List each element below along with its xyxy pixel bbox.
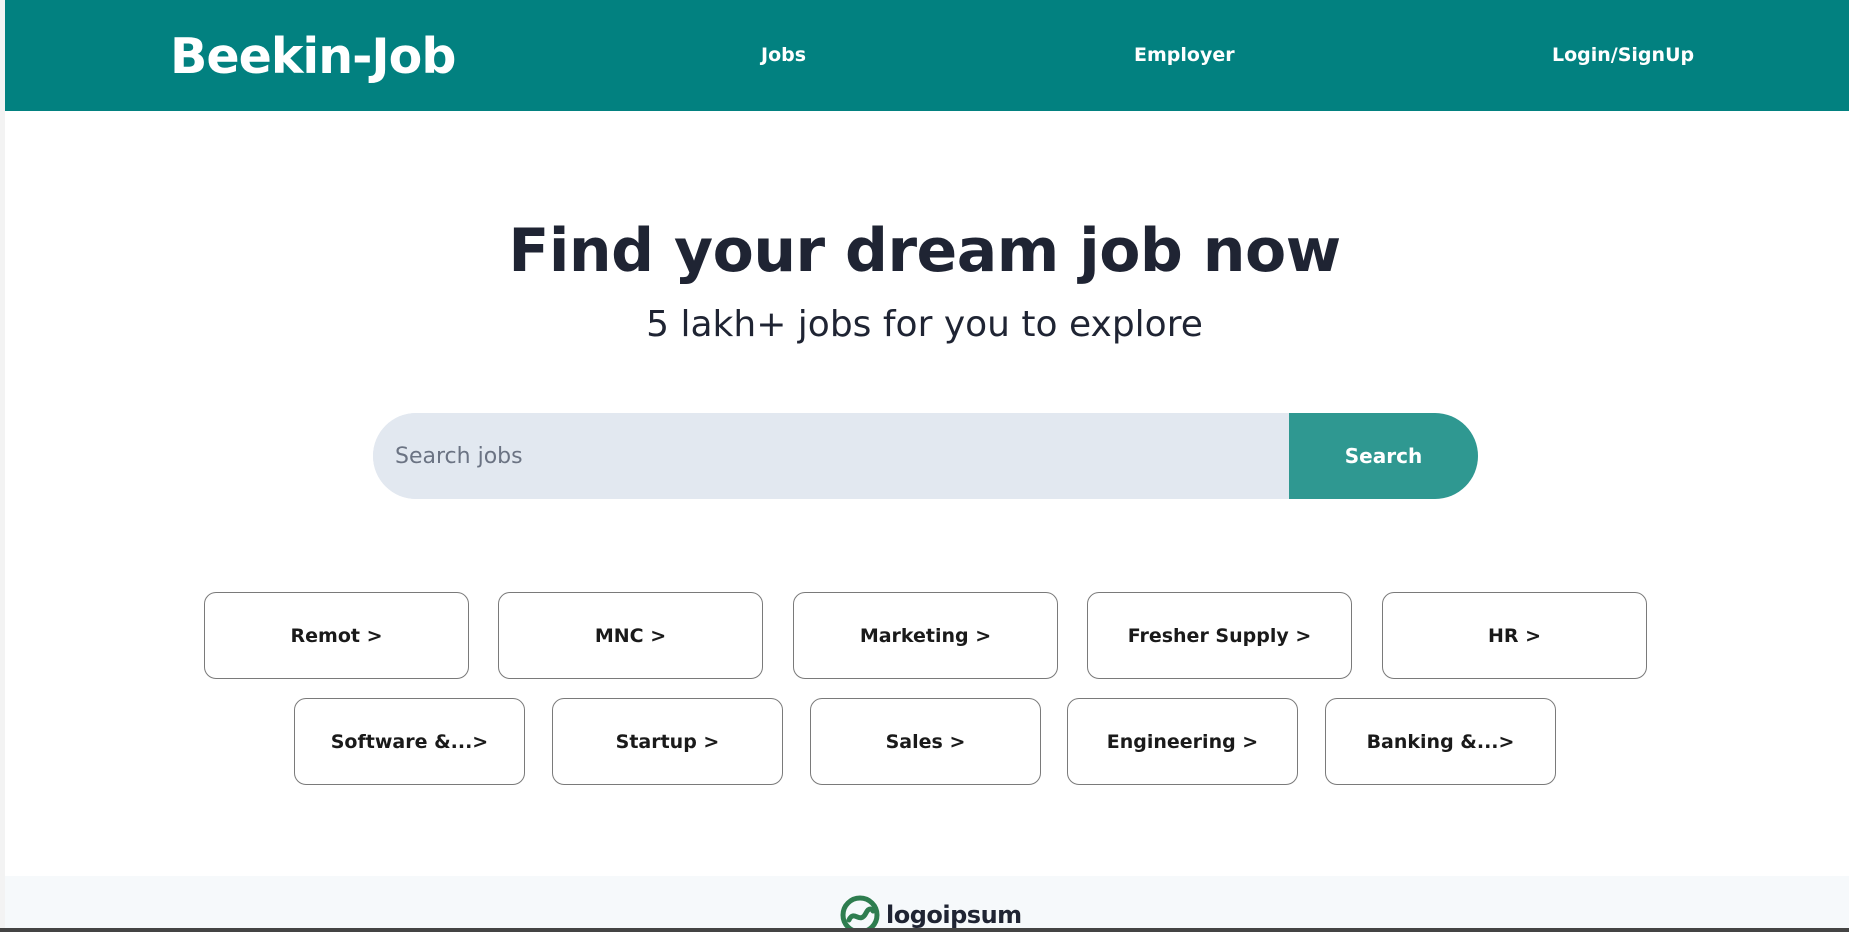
category-chip-mnc[interactable]: MNC > [498,592,763,679]
logoipsum-icon [840,895,880,932]
category-chip-engineering[interactable]: Engineering > [1067,698,1298,785]
nav-link-employer[interactable]: Employer [1134,43,1235,67]
footer-divider [0,928,1849,932]
navbar: Beekin-Job Jobs Employer Login/SignUp [5,0,1849,111]
brand-logo[interactable]: Beekin-Job [170,28,456,86]
category-chip-banking[interactable]: Banking &...> [1325,698,1556,785]
page: Beekin-Job Jobs Employer Login/SignUp Fi… [0,0,1849,932]
nav-link-jobs[interactable]: Jobs [761,43,806,67]
hero-title: Find your dream job now [508,216,1341,286]
category-chip-marketing[interactable]: Marketing > [793,592,1058,679]
category-chip-fresher-supply[interactable]: Fresher Supply > [1087,592,1352,679]
nav-link-login-signup[interactable]: Login/SignUp [1552,43,1694,67]
search-input[interactable] [373,413,1289,499]
window-edge [0,0,5,932]
logo-text: logoipsum [886,901,1022,929]
search-bar: Search [373,413,1478,499]
footer-logo[interactable]: logoipsum [840,895,1022,932]
category-chip-hr[interactable]: HR > [1382,592,1647,679]
hero-subtitle: 5 lakh+ jobs for you to explore [646,304,1203,345]
category-chip-software[interactable]: Software &...> [294,698,525,785]
search-button[interactable]: Search [1289,413,1478,499]
category-chip-sales[interactable]: Sales > [810,698,1041,785]
category-chip-remote[interactable]: Remot > [204,592,469,679]
category-chip-startup[interactable]: Startup > [552,698,783,785]
